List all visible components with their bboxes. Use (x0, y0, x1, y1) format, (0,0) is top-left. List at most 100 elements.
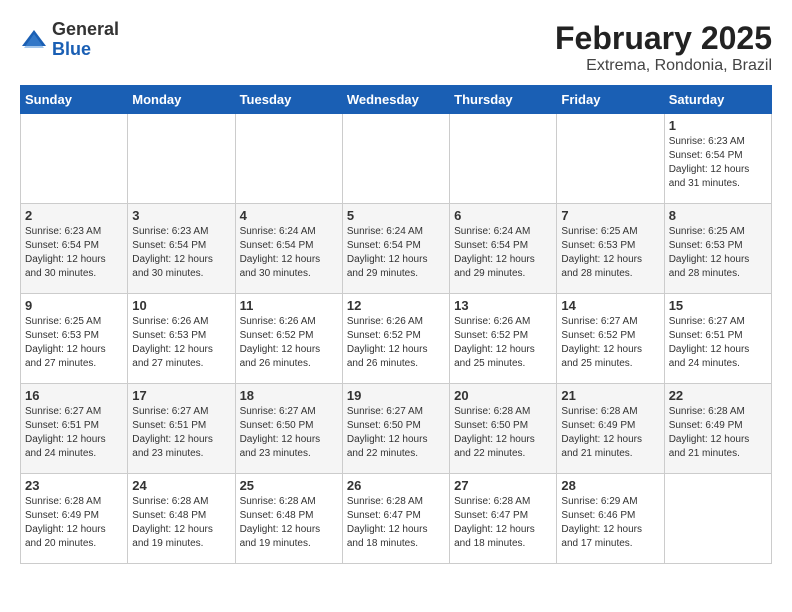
day-info: Sunrise: 6:27 AM Sunset: 6:51 PM Dayligh… (25, 405, 123, 461)
day-number: 18 (240, 388, 338, 403)
calendar-cell (450, 114, 557, 204)
day-number: 21 (561, 388, 659, 403)
day-info: Sunrise: 6:28 AM Sunset: 6:48 PM Dayligh… (132, 495, 230, 551)
calendar-cell: 8 Sunrise: 6:25 AM Sunset: 6:53 PM Daylig… (664, 204, 771, 294)
day-info: Sunrise: 6:24 AM Sunset: 6:54 PM Dayligh… (347, 225, 445, 281)
day-number: 3 (132, 208, 230, 223)
calendar-table: SundayMondayTuesdayWednesdayThursdayFrid… (20, 85, 772, 564)
location-title: Extrema, Rondonia, Brazil (555, 57, 772, 75)
calendar-cell: 16 Sunrise: 6:27 AM Sunset: 6:51 PM Dayli… (21, 384, 128, 474)
calendar-cell: 3 Sunrise: 6:23 AM Sunset: 6:54 PM Daylig… (128, 204, 235, 294)
day-info: Sunrise: 6:24 AM Sunset: 6:54 PM Dayligh… (454, 225, 552, 281)
weekday-header-saturday: Saturday (664, 86, 771, 114)
day-number: 19 (347, 388, 445, 403)
calendar-cell: 6 Sunrise: 6:24 AM Sunset: 6:54 PM Daylig… (450, 204, 557, 294)
calendar-cell: 9 Sunrise: 6:25 AM Sunset: 6:53 PM Daylig… (21, 294, 128, 384)
day-info: Sunrise: 6:28 AM Sunset: 6:48 PM Dayligh… (240, 495, 338, 551)
calendar-cell: 27 Sunrise: 6:28 AM Sunset: 6:47 PM Dayli… (450, 474, 557, 564)
calendar-cell: 23 Sunrise: 6:28 AM Sunset: 6:49 PM Dayli… (21, 474, 128, 564)
day-number: 6 (454, 208, 552, 223)
calendar-cell: 13 Sunrise: 6:26 AM Sunset: 6:52 PM Dayli… (450, 294, 557, 384)
calendar-cell: 28 Sunrise: 6:29 AM Sunset: 6:46 PM Dayli… (557, 474, 664, 564)
day-number: 2 (25, 208, 123, 223)
weekday-header-friday: Friday (557, 86, 664, 114)
day-number: 9 (25, 298, 123, 313)
day-info: Sunrise: 6:27 AM Sunset: 6:52 PM Dayligh… (561, 315, 659, 371)
day-info: Sunrise: 6:23 AM Sunset: 6:54 PM Dayligh… (132, 225, 230, 281)
weekday-header-wednesday: Wednesday (342, 86, 449, 114)
calendar-cell: 17 Sunrise: 6:27 AM Sunset: 6:51 PM Dayli… (128, 384, 235, 474)
day-info: Sunrise: 6:25 AM Sunset: 6:53 PM Dayligh… (669, 225, 767, 281)
day-info: Sunrise: 6:23 AM Sunset: 6:54 PM Dayligh… (25, 225, 123, 281)
calendar-cell: 22 Sunrise: 6:28 AM Sunset: 6:49 PM Dayli… (664, 384, 771, 474)
day-info: Sunrise: 6:27 AM Sunset: 6:51 PM Dayligh… (132, 405, 230, 461)
month-title: February 2025 (555, 20, 772, 57)
calendar-cell: 10Sunrise: 6:26 AM Sunset: 6:53 PM Dayli… (128, 294, 235, 384)
day-info: Sunrise: 6:28 AM Sunset: 6:50 PM Dayligh… (454, 405, 552, 461)
day-info: Sunrise: 6:28 AM Sunset: 6:49 PM Dayligh… (669, 405, 767, 461)
day-info: Sunrise: 6:26 AM Sunset: 6:52 PM Dayligh… (454, 315, 552, 371)
calendar-cell: 12Sunrise: 6:26 AM Sunset: 6:52 PM Dayli… (342, 294, 449, 384)
calendar-cell: 7 Sunrise: 6:25 AM Sunset: 6:53 PM Daylig… (557, 204, 664, 294)
day-number: 24 (132, 478, 230, 493)
day-number: 22 (669, 388, 767, 403)
calendar-cell: 26 Sunrise: 6:28 AM Sunset: 6:47 PM Dayli… (342, 474, 449, 564)
calendar-cell (21, 114, 128, 204)
day-number: 4 (240, 208, 338, 223)
weekday-header-thursday: Thursday (450, 86, 557, 114)
day-number: 23 (25, 478, 123, 493)
title-area: February 2025 Extrema, Rondonia, Brazil (555, 20, 772, 75)
calendar-cell: 2 Sunrise: 6:23 AM Sunset: 6:54 PM Daylig… (21, 204, 128, 294)
day-number: 16 (25, 388, 123, 403)
day-number: 7 (561, 208, 659, 223)
day-number: 8 (669, 208, 767, 223)
weekday-header-tuesday: Tuesday (235, 86, 342, 114)
day-info: Sunrise: 6:26 AM Sunset: 6:52 PM Dayligh… (240, 315, 338, 371)
calendar-cell: 24 Sunrise: 6:28 AM Sunset: 6:48 PM Dayli… (128, 474, 235, 564)
day-number: 1 (669, 118, 767, 133)
calendar-cell: 19 Sunrise: 6:27 AM Sunset: 6:50 PM Dayli… (342, 384, 449, 474)
header: General Blue February 2025 Extrema, Rond… (20, 20, 772, 75)
day-number: 28 (561, 478, 659, 493)
day-info: Sunrise: 6:28 AM Sunset: 6:47 PM Dayligh… (347, 495, 445, 551)
day-number: 27 (454, 478, 552, 493)
day-number: 15 (669, 298, 767, 313)
day-number: 13 (454, 298, 552, 313)
day-info: Sunrise: 6:23 AM Sunset: 6:54 PM Dayligh… (669, 135, 767, 191)
calendar-cell: 21 Sunrise: 6:28 AM Sunset: 6:49 PM Dayli… (557, 384, 664, 474)
weekday-header-monday: Monday (128, 86, 235, 114)
calendar-cell: 15Sunrise: 6:27 AM Sunset: 6:51 PM Dayli… (664, 294, 771, 384)
logo-icon (20, 26, 48, 54)
day-info: Sunrise: 6:28 AM Sunset: 6:49 PM Dayligh… (561, 405, 659, 461)
day-info: Sunrise: 6:29 AM Sunset: 6:46 PM Dayligh… (561, 495, 659, 551)
day-info: Sunrise: 6:28 AM Sunset: 6:47 PM Dayligh… (454, 495, 552, 551)
day-number: 26 (347, 478, 445, 493)
day-info: Sunrise: 6:27 AM Sunset: 6:50 PM Dayligh… (240, 405, 338, 461)
day-info: Sunrise: 6:25 AM Sunset: 6:53 PM Dayligh… (25, 315, 123, 371)
calendar-cell (128, 114, 235, 204)
calendar-cell: 4 Sunrise: 6:24 AM Sunset: 6:54 PM Daylig… (235, 204, 342, 294)
day-number: 17 (132, 388, 230, 403)
weekday-header-sunday: Sunday (21, 86, 128, 114)
day-number: 10 (132, 298, 230, 313)
calendar-cell: 14Sunrise: 6:27 AM Sunset: 6:52 PM Dayli… (557, 294, 664, 384)
day-info: Sunrise: 6:26 AM Sunset: 6:52 PM Dayligh… (347, 315, 445, 371)
day-number: 20 (454, 388, 552, 403)
day-info: Sunrise: 6:27 AM Sunset: 6:50 PM Dayligh… (347, 405, 445, 461)
day-info: Sunrise: 6:25 AM Sunset: 6:53 PM Dayligh… (561, 225, 659, 281)
calendar-cell (235, 114, 342, 204)
logo: General Blue (20, 20, 119, 60)
calendar-cell: 18 Sunrise: 6:27 AM Sunset: 6:50 PM Dayli… (235, 384, 342, 474)
day-number: 5 (347, 208, 445, 223)
day-info: Sunrise: 6:24 AM Sunset: 6:54 PM Dayligh… (240, 225, 338, 281)
day-info: Sunrise: 6:28 AM Sunset: 6:49 PM Dayligh… (25, 495, 123, 551)
calendar-cell: 25 Sunrise: 6:28 AM Sunset: 6:48 PM Dayli… (235, 474, 342, 564)
calendar-cell (342, 114, 449, 204)
calendar-cell: 5 Sunrise: 6:24 AM Sunset: 6:54 PM Daylig… (342, 204, 449, 294)
day-number: 11 (240, 298, 338, 313)
calendar-cell (664, 474, 771, 564)
logo-text: General Blue (52, 20, 119, 60)
calendar-cell: 1 Sunrise: 6:23 AM Sunset: 6:54 PM Daylig… (664, 114, 771, 204)
day-number: 25 (240, 478, 338, 493)
calendar-cell: 11 Sunrise: 6:26 AM Sunset: 6:52 PM Dayli… (235, 294, 342, 384)
